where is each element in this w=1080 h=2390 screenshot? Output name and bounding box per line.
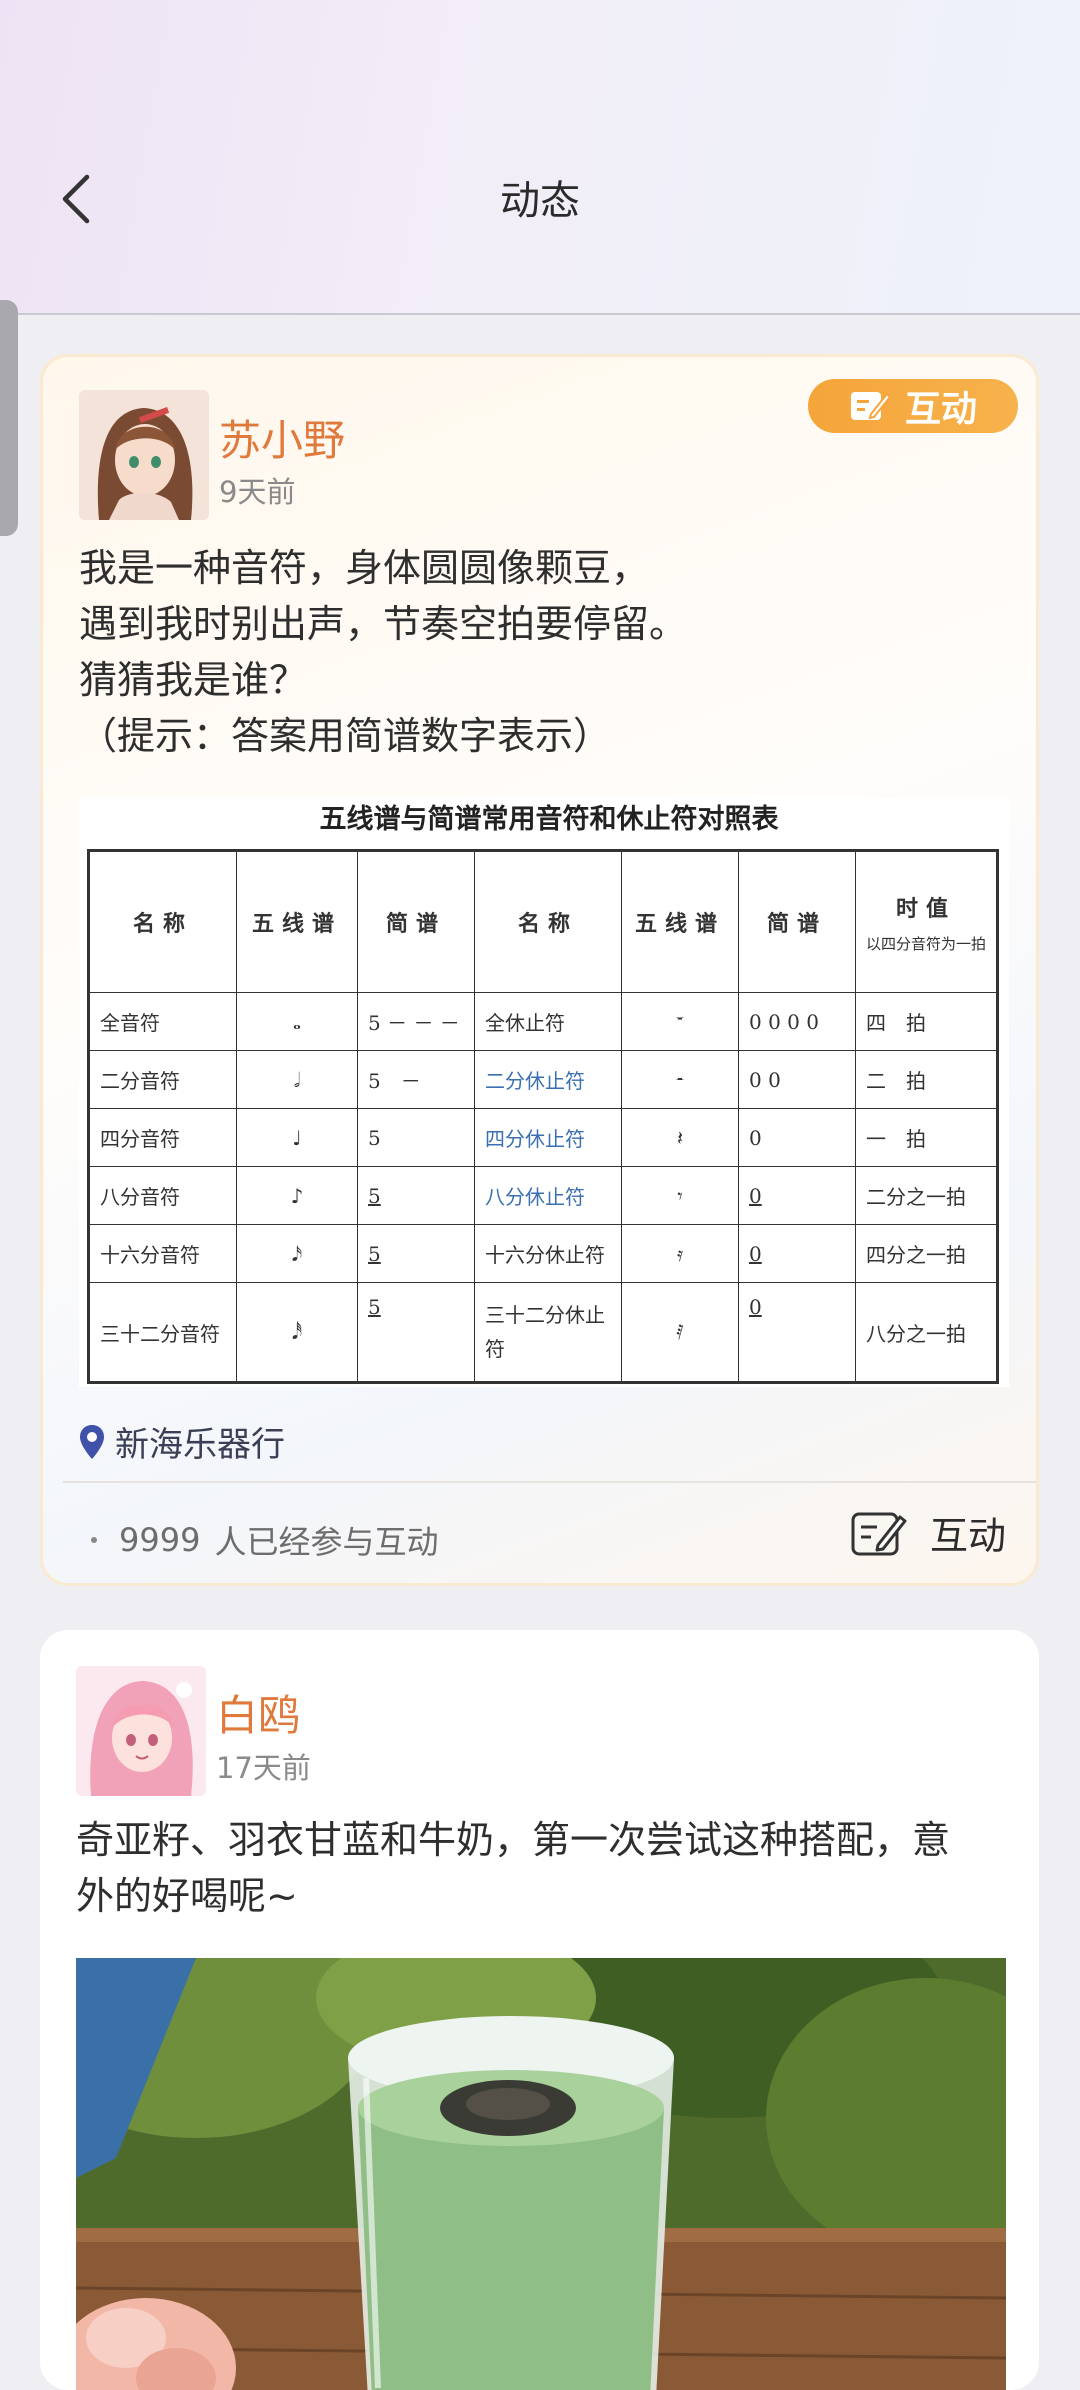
post-content: 奇亚籽、羽衣甘蓝和牛奶，第一次尝试这种搭配，意 外的好喝呢~ bbox=[76, 1812, 996, 1924]
post-card[interactable]: 苏小野 9天前 互动 我是一种音符，身体圆圆像颗豆， 遇到我时别出声，节奏空拍要… bbox=[40, 354, 1039, 1586]
post-text-line: 奇亚籽、羽衣甘蓝和牛奶，第一次尝试这种搭配，意 bbox=[76, 1818, 951, 1862]
interaction-badge[interactable]: 互动 bbox=[808, 379, 1018, 433]
post-text-line: 猜猜我是谁？ bbox=[79, 658, 308, 702]
table-header: 五线谱 bbox=[621, 850, 739, 993]
table-cell: 𝅗𝅥 bbox=[236, 1050, 358, 1109]
table-cell: 四分休止符 bbox=[474, 1108, 622, 1167]
table-cell: 四分音符 bbox=[88, 1108, 237, 1167]
table-cell: 八分之一拍 bbox=[854, 1282, 999, 1383]
post-text-line: 外的好喝呢~ bbox=[76, 1874, 298, 1918]
table-cell: 0 0 bbox=[738, 1050, 856, 1109]
table-title: 五线谱与简谱常用音符和休止符对照表 bbox=[319, 804, 779, 835]
table-cell: 一 拍 bbox=[854, 1108, 999, 1167]
table-cell: 𝄾 bbox=[621, 1166, 739, 1225]
table-cell: 二分之一拍 bbox=[854, 1166, 999, 1225]
post-text-line: 遇到我时别出声，节奏空拍要停留。 bbox=[79, 602, 688, 646]
interact-button[interactable]: 互动 bbox=[850, 1505, 1006, 1560]
table-cell: 0 bbox=[738, 1224, 856, 1283]
post-image[interactable]: 五线谱与简谱常用音符和休止符对照表 名称 五线谱 简谱 名称 五线谱 简谱 时值… bbox=[79, 797, 1009, 1387]
table-header: 简谱 bbox=[738, 850, 856, 993]
table-cell: 5 － bbox=[357, 1050, 475, 1109]
table-header: 时值 bbox=[896, 895, 957, 922]
avatar[interactable] bbox=[76, 1666, 206, 1796]
location-pin-icon bbox=[80, 1424, 104, 1459]
table-cell: 5 bbox=[357, 1166, 475, 1225]
table-cell: 三十二分休止符 bbox=[474, 1282, 622, 1383]
table-header-duration: 时值 以四分音符为一拍 bbox=[854, 850, 999, 993]
badge-label: 互动 bbox=[904, 388, 977, 430]
table-cell: 四分之一拍 bbox=[854, 1224, 999, 1283]
table-cell: 𝅘𝅥𝅯 bbox=[236, 1224, 358, 1283]
table-cell: 全音符 bbox=[88, 992, 237, 1051]
table-cell: ♪ bbox=[236, 1166, 358, 1225]
post-image[interactable] bbox=[76, 1958, 1006, 2390]
table-cell: 三十二分音符 bbox=[88, 1282, 237, 1383]
post-time: 9天前 bbox=[219, 475, 296, 509]
edit-note-icon bbox=[851, 1512, 907, 1555]
table-cell: 二分音符 bbox=[88, 1050, 237, 1109]
table-cell: 十六分音符 bbox=[88, 1224, 237, 1283]
table-cell: 𝄿 bbox=[621, 1224, 739, 1283]
user-name[interactable]: 苏小野 bbox=[219, 407, 345, 468]
table-header-note: 以四分音符为一拍 bbox=[866, 934, 987, 953]
post-text-line: （提示：答案用简谱数字表示） bbox=[79, 714, 612, 758]
table-cell: 5 bbox=[357, 1282, 475, 1383]
table-cell: 十六分休止符 bbox=[474, 1224, 622, 1283]
participants-count: 9999 bbox=[119, 1521, 201, 1559]
participants-info: 9999 人已经参与互动 bbox=[91, 1517, 438, 1563]
scroll-indicator[interactable] bbox=[0, 300, 18, 536]
table-cell: 全休止符 bbox=[474, 992, 622, 1051]
table-cell: 𝄻 bbox=[621, 992, 739, 1051]
table-header: 名称 bbox=[474, 850, 622, 993]
table-cell: 𝄽 bbox=[621, 1108, 739, 1167]
table-header: 简谱 bbox=[357, 850, 475, 993]
table-cell: 0 bbox=[738, 1166, 856, 1225]
table-cell: 四 拍 bbox=[854, 992, 999, 1051]
table-cell: 0 bbox=[738, 1108, 856, 1167]
table-cell: 0 bbox=[738, 1282, 856, 1383]
table-cell: ♩ bbox=[236, 1108, 358, 1167]
table-header: 名称 bbox=[88, 850, 237, 993]
table-cell: 八分休止符 bbox=[474, 1166, 622, 1225]
notes-table: 名称 五线谱 简谱 名称 五线谱 简谱 时值 以四分音符为一拍 全音符 𝅝 5 … bbox=[87, 849, 1000, 1384]
table-cell: 5 bbox=[357, 1224, 475, 1283]
table-cell: 0 0 0 0 bbox=[738, 992, 856, 1051]
table-cell: 二 拍 bbox=[854, 1050, 999, 1109]
avatar[interactable] bbox=[79, 390, 209, 520]
page-title: 动态 bbox=[500, 178, 580, 224]
post-content: 我是一种音符，身体圆圆像颗豆， 遇到我时别出声，节奏空拍要停留。 猜猜我是谁？ … bbox=[79, 540, 999, 764]
table-cell: 𝅝 bbox=[236, 992, 358, 1051]
location-tag[interactable]: 新海乐器行 bbox=[79, 1417, 285, 1466]
location-label: 新海乐器行 bbox=[115, 1425, 285, 1465]
user-name[interactable]: 白鸥 bbox=[216, 1682, 300, 1743]
participants-text: 人已经参与互动 bbox=[214, 1523, 439, 1561]
edit-icon bbox=[850, 392, 891, 420]
table-cell: 𝅀 bbox=[621, 1282, 739, 1383]
table-cell: 5 － － － bbox=[357, 992, 475, 1051]
bullet bbox=[91, 1537, 97, 1543]
post-text-line: 我是一种音符，身体圆圆像颗豆， bbox=[79, 546, 650, 590]
table-cell: 𝄼 bbox=[621, 1050, 739, 1109]
green-smoothie-photo bbox=[76, 1958, 1006, 2390]
table-cell: 𝅘𝅥𝅰 bbox=[236, 1282, 358, 1383]
post-card[interactable]: 白鸥 17天前 奇亚籽、羽衣甘蓝和牛奶，第一次尝试这种搭配，意 外的好喝呢~ bbox=[40, 1630, 1039, 2390]
table-cell: 二分休止符 bbox=[474, 1050, 622, 1109]
post-time: 17天前 bbox=[216, 1751, 311, 1785]
table-cell: 5 bbox=[357, 1108, 475, 1167]
top-bar: 动态 bbox=[0, 0, 1080, 315]
table-header: 五线谱 bbox=[236, 850, 358, 993]
divider bbox=[63, 1481, 1036, 1483]
table-cell: 八分音符 bbox=[88, 1166, 237, 1225]
interact-label: 互动 bbox=[929, 1514, 1006, 1558]
